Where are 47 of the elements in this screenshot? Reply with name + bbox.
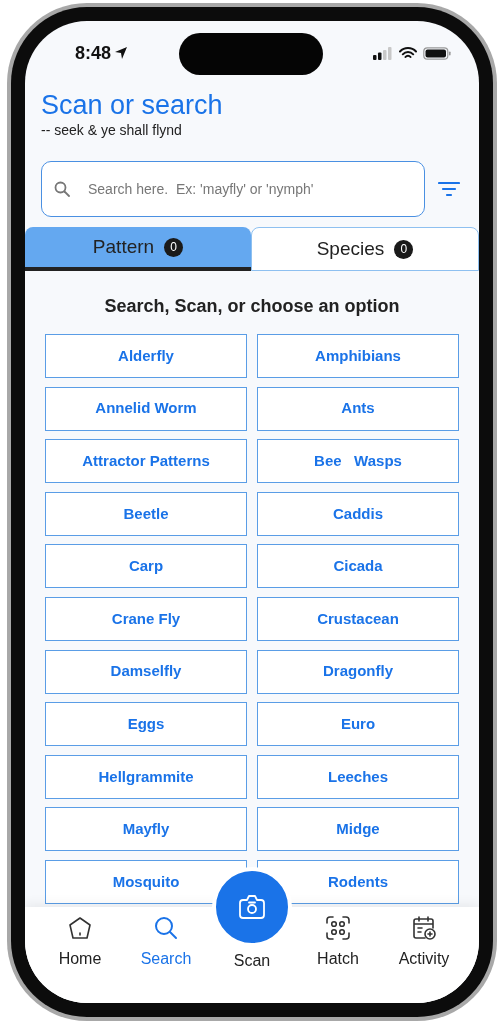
option-button[interactable]: Eggs bbox=[45, 702, 247, 747]
option-button[interactable]: Mosquito bbox=[45, 859, 247, 904]
option-button[interactable]: Crustacean bbox=[257, 596, 459, 641]
status-time: 8:48 bbox=[75, 41, 112, 65]
camera-icon bbox=[237, 892, 267, 922]
option-button[interactable]: Attractor Patterns bbox=[45, 439, 247, 484]
home-icon bbox=[67, 915, 93, 941]
count-badge: 0 bbox=[164, 237, 184, 257]
filter-icon bbox=[438, 181, 460, 197]
nav-tab[interactable]: Activity bbox=[381, 913, 467, 971]
option-button[interactable]: Damselfly bbox=[45, 649, 247, 694]
option-button[interactable]: Midge bbox=[257, 807, 459, 852]
option-button[interactable]: Hellgrammite bbox=[45, 754, 247, 799]
search-field[interactable]: Search here. Ex: 'mayfly' or 'nymph' bbox=[41, 161, 425, 217]
scan-frame-icon bbox=[325, 915, 351, 941]
option-button[interactable]: Euro bbox=[257, 702, 459, 747]
option-button[interactable]: Caddis bbox=[257, 491, 459, 536]
nav-tab[interactable]: Hatch bbox=[295, 913, 381, 971]
wifi-icon bbox=[399, 46, 417, 60]
tab[interactable]: Species 0 bbox=[251, 227, 479, 271]
page-subtitle: -- seek & ye shall flynd bbox=[41, 121, 183, 139]
option-button[interactable]: Ants bbox=[257, 386, 459, 431]
signal-icon bbox=[373, 46, 393, 60]
location-arrow-icon bbox=[114, 46, 129, 60]
option-button[interactable]: Dragonfly bbox=[257, 649, 459, 694]
page-title: Scan or search bbox=[41, 89, 224, 121]
search-input[interactable]: Search here. Ex: 'mayfly' or 'nymph' bbox=[88, 178, 412, 200]
option-button[interactable]: Leeches bbox=[257, 754, 459, 799]
option-button[interactable]: Beetle bbox=[45, 491, 247, 536]
nav-tab[interactable]: Home bbox=[37, 913, 123, 971]
option-button[interactable]: Bee Wasps bbox=[257, 439, 459, 484]
count-badge: 0 bbox=[394, 239, 414, 259]
option-button[interactable]: Alderfly bbox=[45, 334, 247, 378]
search-icon bbox=[153, 915, 179, 941]
option-button[interactable]: Crane Fly bbox=[45, 596, 247, 641]
section-heading: Search, Scan, or choose an option bbox=[103, 295, 401, 318]
option-button[interactable]: Carp bbox=[45, 544, 247, 589]
option-button[interactable]: Annelid Worm bbox=[45, 386, 247, 431]
option-button[interactable]: Amphibians bbox=[257, 334, 459, 378]
search-icon bbox=[54, 181, 70, 197]
option-button[interactable]: Cicada bbox=[257, 544, 459, 589]
option-button[interactable]: Rodents bbox=[257, 859, 459, 904]
tab[interactable]: Pattern 0 bbox=[25, 227, 251, 271]
nav-tab[interactable]: Search bbox=[123, 913, 209, 971]
option-button[interactable]: Mayfly bbox=[45, 807, 247, 852]
battery-icon bbox=[423, 46, 451, 60]
calendar-plus-icon bbox=[411, 915, 437, 941]
